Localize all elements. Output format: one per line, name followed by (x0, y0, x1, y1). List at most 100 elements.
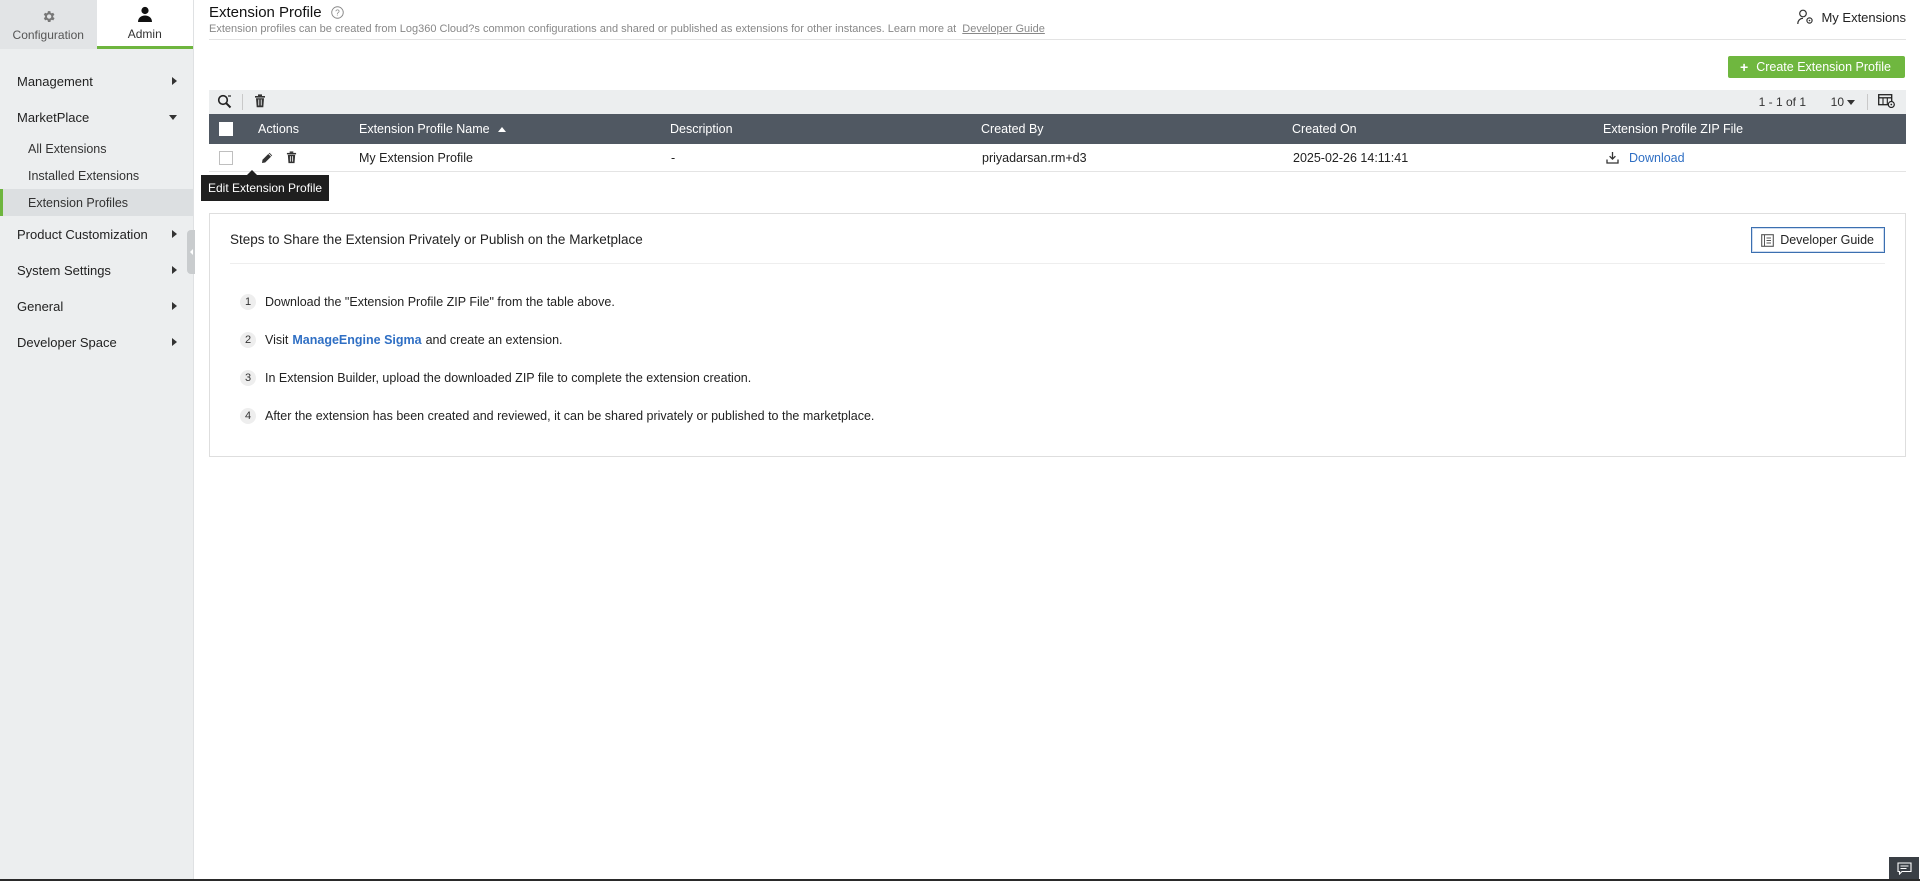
sidebar-item-general[interactable]: General (0, 288, 193, 324)
cell-profile-name: My Extension Profile (359, 150, 473, 165)
help-icon[interactable]: ? (330, 6, 344, 19)
sidebar-subitem-all-extensions[interactable]: All Extensions (0, 135, 193, 162)
panel-divider (230, 263, 1885, 264)
extension-profiles-table: Actions Extension Profile Name Descripti… (209, 114, 1906, 172)
toolbar-divider (242, 94, 243, 110)
sidebar-item-label: Product Customization (17, 226, 148, 242)
step-4: 4 After the extension has been created a… (240, 408, 874, 424)
page-size-value: 10 (1830, 95, 1844, 109)
cell-created-by: priyadarsan.rm+d3 (982, 150, 1087, 165)
step-number: 2 (240, 332, 256, 348)
sidebar-item-label: System Settings (17, 262, 111, 278)
step-text-pre: Visit (265, 333, 289, 347)
sidebar-item-product-customization[interactable]: Product Customization (0, 216, 193, 252)
column-header-created-on[interactable]: Created On (1292, 114, 1357, 144)
chevron-right-icon (172, 338, 177, 346)
step-text: Download the "Extension Profile ZIP File… (265, 295, 615, 309)
tab-admin-label: Admin (127, 26, 162, 41)
trash-icon[interactable] (286, 151, 297, 164)
step-3: 3 In Extension Builder, upload the downl… (240, 370, 751, 386)
trash-icon[interactable] (254, 94, 266, 111)
sidebar-subitem-extension-profiles[interactable]: Extension Profiles (0, 189, 193, 216)
step-1: 1 Download the "Extension Profile ZIP Fi… (240, 294, 615, 310)
create-extension-profile-label: Create Extension Profile (1756, 60, 1891, 74)
plus-icon: + (1740, 59, 1749, 75)
cell-description: - (671, 150, 676, 165)
sidebar-item-management[interactable]: Management (0, 63, 193, 99)
table-row: My Extension Profile - priyadarsan.rm+d3… (209, 144, 1906, 172)
column-header-name[interactable]: Extension Profile Name (359, 114, 506, 144)
column-header-created-by[interactable]: Created By (981, 114, 1044, 144)
page-subtitle: Extension profiles can be created from L… (209, 23, 1045, 35)
page-title: Extension Profile ? (209, 4, 344, 21)
my-extensions-label: My Extensions (1821, 9, 1906, 25)
column-header-zip-file[interactable]: Extension Profile ZIP File (1603, 114, 1743, 144)
page-title-text: Extension Profile (209, 4, 322, 21)
cell-created-on: 2025-02-26 14:11:41 (1293, 150, 1409, 165)
chevron-down-icon (1847, 99, 1855, 105)
tab-admin[interactable]: Admin (96, 0, 193, 49)
sidebar-item-label: Developer Space (17, 334, 117, 350)
pagination-info: 1 - 1 of 1 (1758, 95, 1806, 109)
sidebar-item-label: MarketPlace (17, 109, 90, 125)
toolbar-divider (1867, 94, 1868, 110)
row-actions (261, 144, 297, 171)
download-icon[interactable] (1606, 151, 1619, 164)
chevron-right-icon (172, 302, 177, 310)
chevron-right-icon (172, 77, 177, 85)
page-header: Extension Profile ? Extension profiles c… (209, 0, 1906, 40)
sidebar-item-label: General (17, 298, 64, 314)
chevron-right-icon (172, 266, 177, 274)
edit-tooltip: Edit Extension Profile (201, 170, 330, 201)
sidebar-item-developer-space[interactable]: Developer Space (0, 324, 193, 360)
step-number: 3 (240, 370, 256, 386)
step-text: In Extension Builder, upload the downloa… (265, 371, 752, 385)
step-number: 1 (240, 294, 256, 310)
cell-zip-file: Download (1606, 144, 1685, 171)
my-extensions-button[interactable]: My Extensions (1797, 9, 1906, 25)
guide-book-icon (1761, 233, 1775, 247)
user-settings-icon (1797, 9, 1814, 25)
sidebar: Configuration Admin Management MarketPla… (0, 0, 195, 881)
sidebar-collapse-handle[interactable] (187, 230, 195, 274)
sidebar-item-system-settings[interactable]: System Settings (0, 252, 193, 288)
steps-panel-title: Steps to Share the Extension Privately o… (230, 232, 643, 247)
tab-configuration[interactable]: Configuration (0, 0, 97, 49)
table-toolbar: 1 - 1 of 1 10 (209, 90, 1906, 114)
row-checkbox[interactable] (219, 150, 233, 165)
select-all-checkbox[interactable] (219, 122, 233, 136)
edit-icon[interactable] (261, 152, 273, 164)
column-header-actions: Actions (258, 122, 299, 136)
step-number: 4 (240, 408, 256, 424)
download-link[interactable]: Download (1629, 151, 1685, 165)
row-select-cell (219, 144, 233, 171)
search-icon[interactable] (217, 94, 232, 112)
chevron-right-icon (172, 230, 177, 238)
step-text-post: and create an extension. (425, 333, 563, 347)
manageengine-sigma-link[interactable]: ManageEngine Sigma (292, 333, 421, 347)
sidebar-nav: Management MarketPlace All Extensions In… (0, 49, 193, 360)
tab-configuration-label: Configuration (12, 28, 84, 42)
column-header-description[interactable]: Description (670, 114, 733, 144)
developer-guide-button[interactable]: Developer Guide (1751, 227, 1885, 253)
sort-ascending-icon (497, 126, 506, 132)
chevron-down-icon (169, 115, 177, 120)
gear-icon (41, 7, 56, 25)
steps-panel: Steps to Share the Extension Privately o… (209, 213, 1906, 457)
sidebar-subitem-installed-extensions[interactable]: Installed Extensions (0, 162, 193, 189)
table-header-row: Actions Extension Profile Name Descripti… (209, 114, 1906, 144)
page-subtitle-text: Extension profiles can be created from L… (209, 23, 957, 35)
page-size-select[interactable]: 10 (1831, 95, 1855, 109)
select-all-cell (219, 114, 233, 144)
chat-icon[interactable] (1889, 857, 1919, 879)
column-chooser-icon[interactable] (1878, 94, 1895, 111)
sidebar-top-tabs: Configuration Admin (0, 0, 193, 49)
svg-text:?: ? (335, 8, 340, 18)
step-text: After the extension has been created and… (265, 409, 875, 423)
column-header-name-label: Extension Profile Name (359, 122, 490, 136)
create-extension-profile-button[interactable]: + Create Extension Profile (1728, 56, 1905, 78)
sidebar-item-label: Management (17, 73, 93, 89)
sidebar-item-marketplace[interactable]: MarketPlace (0, 99, 193, 135)
developer-guide-link[interactable]: Developer Guide (962, 23, 1045, 35)
user-icon (137, 6, 153, 24)
